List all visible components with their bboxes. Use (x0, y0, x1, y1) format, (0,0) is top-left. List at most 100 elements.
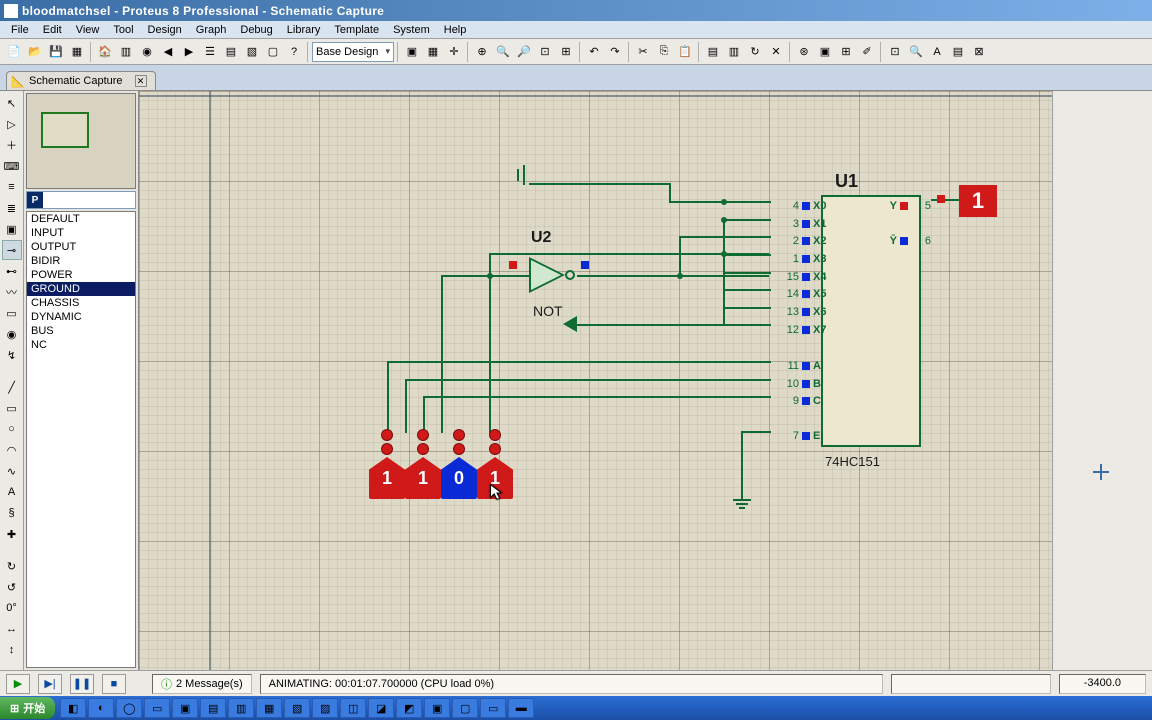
pick-button[interactable]: ⊛ (794, 42, 814, 62)
object-picker[interactable]: P (26, 191, 136, 209)
new-button[interactable]: 📄 (4, 42, 24, 62)
logicstate-input-0[interactable]: 1 (369, 429, 405, 509)
search-button[interactable]: 🔍 (906, 42, 926, 62)
netlist-to-ares-button[interactable]: ⊠ (969, 42, 989, 62)
paste-button[interactable]: 📋 (675, 42, 695, 62)
marker-mode-button[interactable]: ✚ (2, 524, 22, 544)
menu-graph[interactable]: Graph (189, 23, 234, 37)
list-item[interactable]: CHASSIS (27, 296, 135, 310)
generator-mode-button[interactable]: ◉ (2, 324, 22, 344)
tab-schematic-capture[interactable]: 📐 Schematic Capture ✕ (6, 71, 156, 90)
text-mode-button[interactable]: A (2, 482, 22, 502)
overview[interactable] (26, 93, 136, 189)
erc-button[interactable]: ▧ (242, 42, 262, 62)
taskbar-item[interactable]: ▧ (284, 698, 310, 718)
logicstate-input-3[interactable]: 1 (477, 429, 513, 509)
taskbar-item[interactable]: ▢ (452, 698, 478, 718)
list-button[interactable]: ☰ (200, 42, 220, 62)
block-rotate-button[interactable]: ↻ (745, 42, 765, 62)
tab-close-button[interactable]: ✕ (135, 75, 147, 87)
zoom-out-button[interactable]: 🔎 (514, 42, 534, 62)
subcircuit-mode-button[interactable]: ▣ (2, 219, 22, 239)
wirelabel-mode-button[interactable]: ⌨ (2, 156, 22, 176)
step-button[interactable]: ▶| (38, 674, 62, 694)
taskbar-item[interactable]: ▥ (228, 698, 254, 718)
menu-design[interactable]: Design (141, 23, 189, 37)
sheet-button[interactable]: ▣ (402, 42, 422, 62)
logicstate-input-1[interactable]: 1 (405, 429, 441, 509)
menu-system[interactable]: System (386, 23, 437, 37)
symbol-mode-button[interactable]: § (2, 503, 22, 523)
taskbar-item[interactable]: ◐ (88, 698, 114, 718)
pause-button[interactable]: ❚❚ (70, 674, 94, 694)
circle-mode-button[interactable]: ○ (2, 419, 22, 439)
grid-button[interactable]: ▦ (423, 42, 443, 62)
component-mode-button[interactable]: ▷ (2, 114, 22, 134)
design-selector[interactable]: Base Design (312, 42, 394, 62)
property-button[interactable]: A (927, 42, 947, 62)
zoom-all-button[interactable]: ⊡ (535, 42, 555, 62)
menu-template[interactable]: Template (327, 23, 386, 37)
stop-button[interactable]: ■ (102, 674, 126, 694)
design-explorer-button[interactable]: ▥ (116, 42, 136, 62)
terminal-mode-button[interactable]: ⊸ (2, 240, 22, 260)
box-mode-button[interactable]: ▭ (2, 398, 22, 418)
zoom-in-button[interactable]: 🔍 (493, 42, 513, 62)
redo-button[interactable]: ↷ (605, 42, 625, 62)
origin-button[interactable]: ✛ (444, 42, 464, 62)
save-button[interactable]: 💾 (46, 42, 66, 62)
rotate-ccw-button[interactable]: ↺ (2, 577, 22, 597)
menu-help[interactable]: Help (437, 23, 474, 37)
line-mode-button[interactable]: ╱ (2, 377, 22, 397)
list-item[interactable]: DYNAMIC (27, 310, 135, 324)
menu-view[interactable]: View (69, 23, 107, 37)
canvas[interactable]: U2 NOT (139, 91, 1052, 670)
message-count[interactable]: ⓘ 2 Message(s) (152, 674, 252, 694)
rotate-cw-button[interactable]: ↻ (2, 556, 22, 576)
block-copy-button[interactable]: ▤ (703, 42, 723, 62)
menu-edit[interactable]: Edit (36, 23, 69, 37)
make-device-button[interactable]: ▣ (815, 42, 835, 62)
angle-button[interactable]: 0° (2, 598, 22, 618)
logicprobe-output[interactable]: 1 (959, 185, 997, 217)
close-button[interactable]: ▦ (67, 42, 87, 62)
undo-button[interactable]: ↶ (584, 42, 604, 62)
block-move-button[interactable]: ▥ (724, 42, 744, 62)
help-button[interactable]: ? (284, 42, 304, 62)
taskbar-item[interactable]: ▨ (312, 698, 338, 718)
arc-mode-button[interactable]: ◠ (2, 440, 22, 460)
chip-button[interactable]: ◉ (137, 42, 157, 62)
menu-library[interactable]: Library (280, 23, 328, 37)
mirror-v-button[interactable]: ↕ (2, 640, 22, 660)
list-item[interactable]: BUS (27, 324, 135, 338)
junction-mode-button[interactable]: ＋ (2, 135, 22, 155)
probe-mode-button[interactable]: ↯ (2, 345, 22, 365)
bus-mode-button[interactable]: ≣ (2, 198, 22, 218)
menu-file[interactable]: File (4, 23, 36, 37)
mirror-h-button[interactable]: ↔ (2, 619, 22, 639)
pin-mode-button[interactable]: ⊷ (2, 261, 22, 281)
list-item[interactable]: DEFAULT (27, 212, 135, 226)
taskbar-item[interactable]: ▣ (424, 698, 450, 718)
menu-tool[interactable]: Tool (106, 23, 140, 37)
taskbar-item[interactable]: ▬ (508, 698, 534, 718)
page-button[interactable]: ▢ (263, 42, 283, 62)
chip-74hc151[interactable]: U1 74HC151 4X0 3X1 2X2 1X3 15X4 14X5 13X… (771, 181, 931, 471)
picker-p-button[interactable]: P (27, 192, 43, 208)
open-button[interactable]: 📂 (25, 42, 45, 62)
home-button[interactable]: 🏠 (95, 42, 115, 62)
taskbar-item[interactable]: ▣ (172, 698, 198, 718)
logicstate-input-2[interactable]: 0 (441, 429, 477, 509)
list-item[interactable]: POWER (27, 268, 135, 282)
taskbar-item[interactable]: ▤ (200, 698, 226, 718)
cut-button[interactable]: ✂ (633, 42, 653, 62)
next-button[interactable]: ▶ (179, 42, 199, 62)
menu-debug[interactable]: Debug (233, 23, 279, 37)
taskbar-item[interactable]: ▭ (144, 698, 170, 718)
bom-button[interactable]: ▤ (221, 42, 241, 62)
taskbar-item[interactable]: ◯ (116, 698, 142, 718)
taskbar-item[interactable]: ▭ (480, 698, 506, 718)
play-button[interactable]: ▶ (6, 674, 30, 694)
list-item[interactable]: OUTPUT (27, 240, 135, 254)
taskbar-item[interactable]: ◫ (340, 698, 366, 718)
